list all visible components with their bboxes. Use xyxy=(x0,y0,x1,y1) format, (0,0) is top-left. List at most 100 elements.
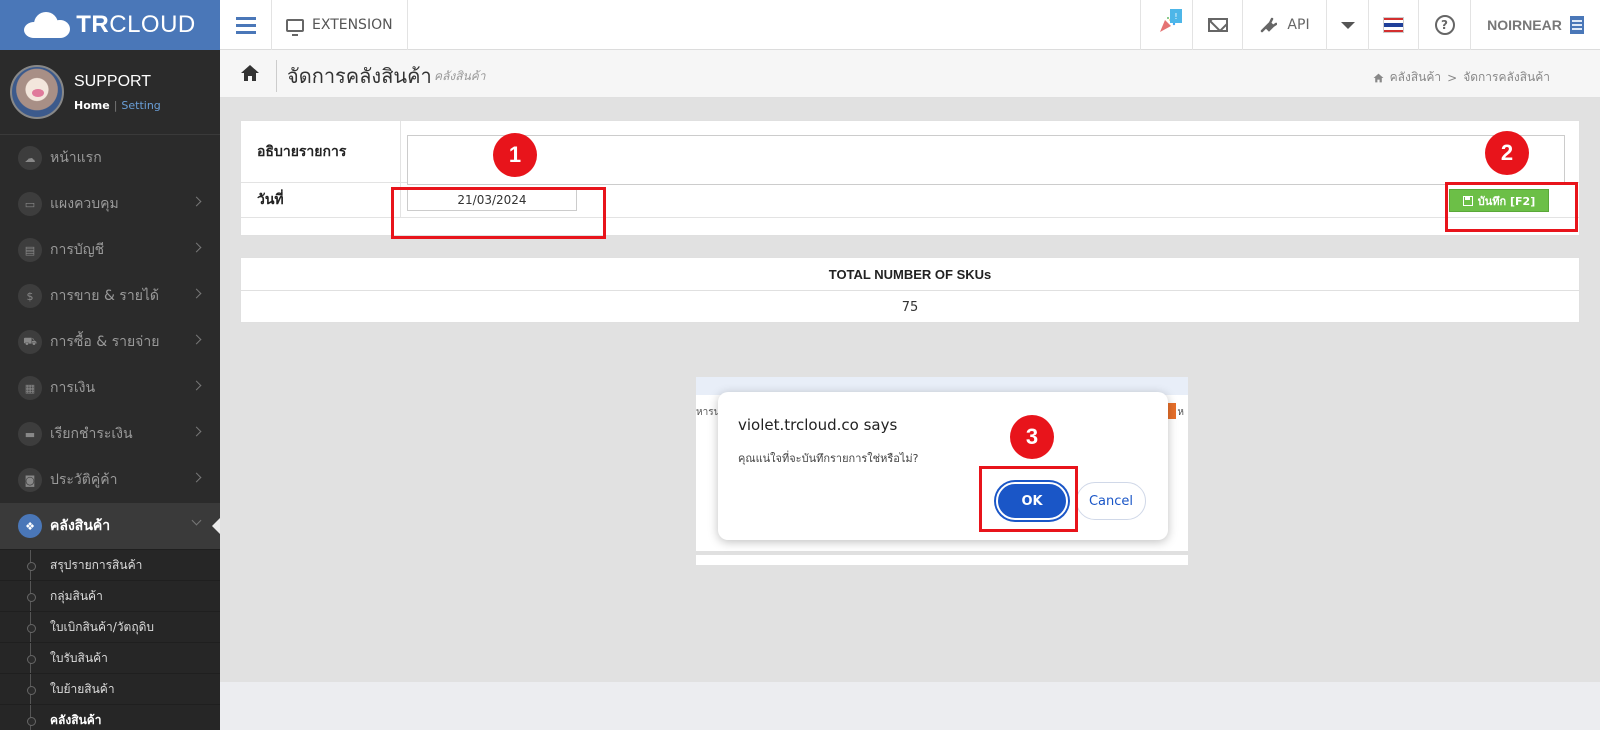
sidebar-item-warehouse[interactable]: ❖ คลังสินค้า xyxy=(0,503,220,549)
cubes-icon: ❖ xyxy=(18,514,42,538)
highlight-save-button xyxy=(1445,182,1578,232)
api-label: API xyxy=(1287,17,1310,33)
cancel-button[interactable]: Cancel xyxy=(1076,482,1146,520)
profile-name: SUPPORT xyxy=(74,72,152,90)
sku-table: TOTAL NUMBER OF SKUs 75 xyxy=(240,257,1580,323)
chevron-down-icon xyxy=(191,515,202,526)
dropdown-toggle[interactable] xyxy=(1326,0,1368,50)
sidebar-item-label: คลังสินค้า xyxy=(50,518,111,534)
plug-icon xyxy=(1261,17,1278,33)
calendar-icon: ▦ xyxy=(18,376,42,400)
sidebar-subitem-warehouse[interactable]: คลังสินค้า xyxy=(0,704,220,730)
sidebar-item-label: การบัญชี xyxy=(50,242,105,258)
chevron-right-icon xyxy=(191,196,202,207)
envelope-icon xyxy=(1207,18,1228,32)
page-title: จัดการคลังสินค้า xyxy=(276,60,432,92)
breadcrumb-item: จัดการคลังสินค้า xyxy=(1463,70,1550,84)
avatar[interactable] xyxy=(10,65,64,119)
sidebar-subitem-goods-receipt[interactable]: ใบรับสินค้า xyxy=(0,642,220,673)
footer-area xyxy=(220,682,1600,730)
chevron-right-icon xyxy=(191,288,202,299)
setting-link[interactable]: Setting xyxy=(121,99,160,112)
cloud-icon: ☁ xyxy=(18,146,42,170)
extension-button[interactable]: EXTENSION xyxy=(272,0,408,50)
sidebar-item-partner-history[interactable]: ◙ ประวัติคู่ค้า xyxy=(0,457,220,503)
sidebar: SUPPORT Home | Setting ☁ หน้าแรก ▭ แผงควบค… xyxy=(0,50,220,730)
dollar-icon: $ xyxy=(18,284,42,308)
annotation-marker: 2 xyxy=(1485,131,1529,175)
confirm-dialog: violet.trcloud.co says คุณแน่ใจที่จะบันท… xyxy=(718,392,1168,540)
contact-icon: ◙ xyxy=(18,468,42,492)
top-bar: TRCLOUD EXTENSION ! API ? NOIRNEAR xyxy=(0,0,1600,50)
monitor-icon: ▭ xyxy=(18,192,42,216)
credit-card-icon: ▬ xyxy=(18,422,42,446)
description-input[interactable] xyxy=(407,135,1565,185)
highlight-ok-button xyxy=(979,466,1078,532)
sidebar-subitem-requisition[interactable]: ใบเบิกสินค้า/วัตถุดิบ xyxy=(0,611,220,642)
description-label: อธิบายรายการ xyxy=(241,121,401,182)
chevron-right-icon xyxy=(191,380,202,391)
home-link[interactable]: Home xyxy=(74,99,110,112)
sidebar-item-label: การเงิน xyxy=(50,380,96,396)
sidebar-item-accounting[interactable]: ▤ การบัญชี xyxy=(0,227,220,273)
cloud-logo-icon xyxy=(24,12,71,38)
sidebar-item-dashboard[interactable]: ▭ แผงควบคุม xyxy=(0,181,220,227)
messages-button[interactable] xyxy=(1192,0,1242,50)
sidebar-item-purchases[interactable]: ⛟ การซื้อ & รายจ่าย xyxy=(0,319,220,365)
notification-button[interactable]: ! xyxy=(1140,0,1192,50)
monitor-icon xyxy=(286,18,304,36)
highlight-date-input xyxy=(391,187,606,239)
sidebar-item-finance[interactable]: ▦ การเงิน xyxy=(0,365,220,411)
breadcrumb-item[interactable]: คลังสินค้า xyxy=(1390,68,1442,87)
notification-badge: ! xyxy=(1170,9,1182,23)
sku-header: TOTAL NUMBER OF SKUs xyxy=(241,258,1579,291)
cart-icon: ⛟ xyxy=(18,330,42,354)
user-name: NOIRNEAR xyxy=(1487,17,1562,33)
thai-flag-icon xyxy=(1383,17,1404,33)
sku-count: 75 xyxy=(901,299,919,315)
background-text: ห xyxy=(1177,407,1184,418)
sidebar-item-billing[interactable]: ▬ เรียกชำระเงิน xyxy=(0,411,220,457)
annotation-marker: 3 xyxy=(1010,415,1054,459)
help-button[interactable]: ? xyxy=(1418,0,1470,50)
home-icon[interactable] xyxy=(1373,73,1384,83)
sidebar-item-label: หน้าแรก xyxy=(50,150,102,166)
help-icon: ? xyxy=(1434,15,1455,35)
api-button[interactable]: API xyxy=(1242,0,1326,50)
book-icon: ▤ xyxy=(18,238,42,262)
sidebar-subitem-transfer[interactable]: ใบย้ายสินค้า xyxy=(0,673,220,704)
language-button[interactable] xyxy=(1368,0,1418,50)
user-menu[interactable]: NOIRNEAR xyxy=(1470,0,1600,50)
brand-name: TRCLOUD xyxy=(76,11,196,38)
sidebar-item-label: การซื้อ & รายจ่าย xyxy=(50,334,160,350)
sidebar-item-label: การขาย & รายได้ xyxy=(50,288,160,304)
sidebar-subitem-product-groups[interactable]: กลุ่มสินค้า xyxy=(0,580,220,611)
annotation-marker: 1 xyxy=(493,133,537,177)
menu-toggle-button[interactable] xyxy=(220,0,272,50)
sidebar-item-sales[interactable]: $ การขาย & รายได้ xyxy=(0,273,220,319)
breadcrumb-separator: > xyxy=(1447,70,1458,85)
sidebar-subitem-product-summary[interactable]: สรุปรายการสินค้า xyxy=(0,549,220,580)
active-indicator xyxy=(212,518,220,534)
home-icon[interactable] xyxy=(240,64,260,82)
page-subtitle: คลังสินค้า xyxy=(434,69,486,83)
chevron-right-icon xyxy=(191,242,202,253)
sidebar-menu: ☁ หน้าแรก ▭ แผงควบคุม ▤ การบัญชี $ การขา… xyxy=(0,135,220,730)
dialog-title: violet.trcloud.co says xyxy=(738,416,898,434)
profile-panel: SUPPORT Home | Setting xyxy=(0,50,220,135)
page-header: จัดการคลังสินค้า คลังสินค้า คลังสินค้า >… xyxy=(220,50,1600,98)
sidebar-item-home[interactable]: ☁ หน้าแรก xyxy=(0,135,220,181)
building-icon xyxy=(1569,16,1584,34)
date-label: วันที่ xyxy=(241,183,401,217)
chevron-right-icon xyxy=(191,472,202,483)
sidebar-item-label: แผงควบคุม xyxy=(50,196,119,212)
breadcrumb: คลังสินค้า > จัดการคลังสินค้า xyxy=(1373,68,1550,87)
chevron-right-icon xyxy=(191,426,202,437)
caret-down-icon xyxy=(1340,21,1355,29)
logo[interactable]: TRCLOUD xyxy=(0,0,220,50)
sidebar-item-label: เรียกชำระเงิน xyxy=(50,426,133,442)
background-text: หารน xyxy=(696,407,721,418)
extension-label: EXTENSION xyxy=(312,17,393,33)
chevron-right-icon xyxy=(191,334,202,345)
dialog-message: คุณแน่ใจที่จะบันทึกรายการใช่หรือไม่? xyxy=(738,452,919,465)
